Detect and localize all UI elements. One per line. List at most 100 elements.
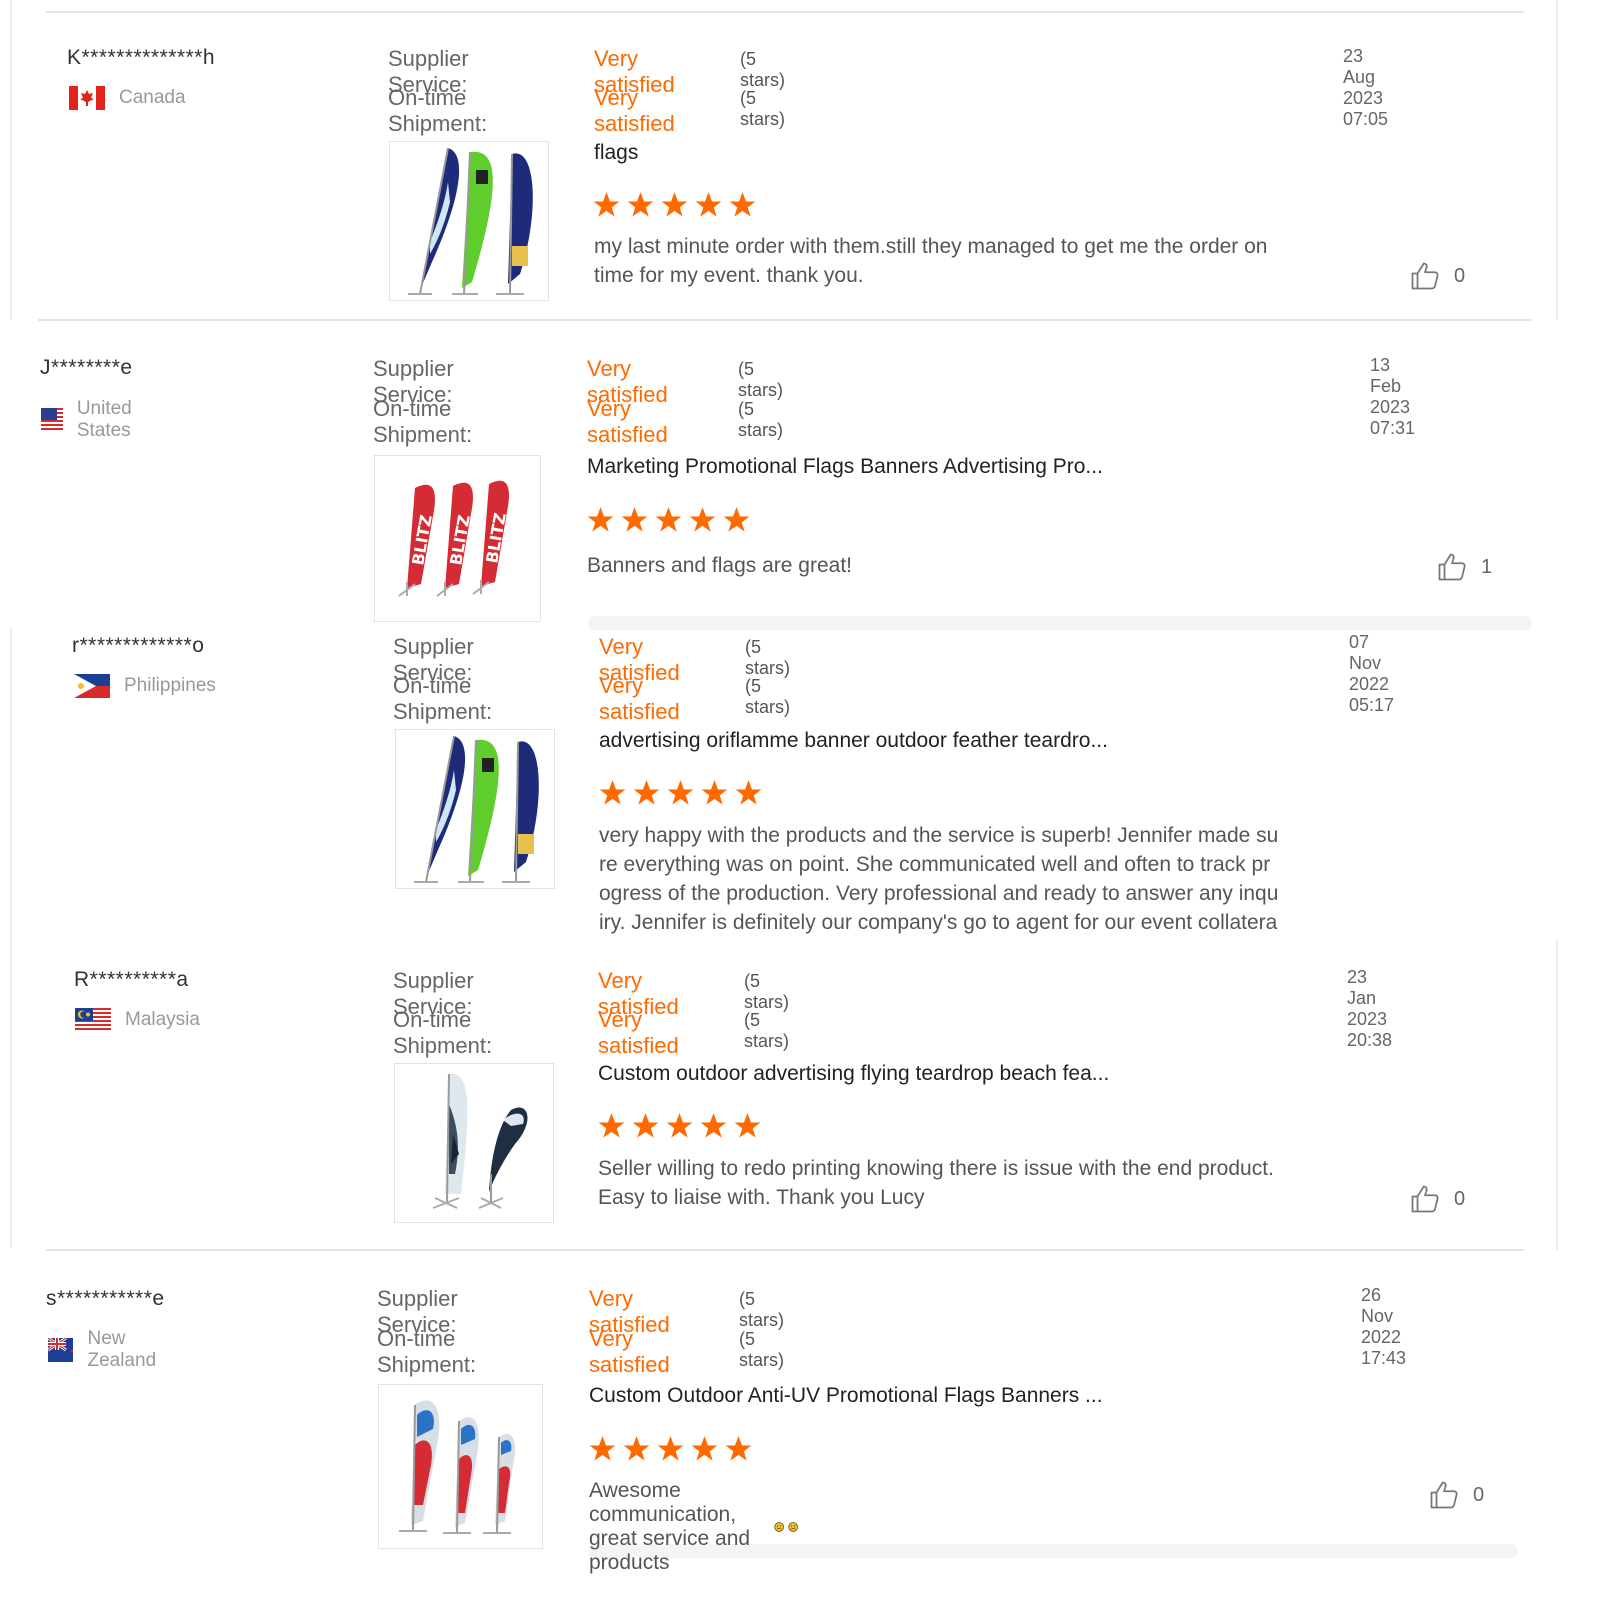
ontime-shipment-stars: (5 stars) [738, 399, 783, 440]
star-rating [598, 779, 763, 807]
star-icon [655, 507, 682, 532]
reviewer-country: Philippines [74, 674, 216, 698]
faded-row-edge [588, 616, 1532, 630]
canada-flag-icon [69, 86, 105, 110]
reviewer-name: J********e [40, 356, 133, 379]
star-icon [621, 507, 648, 532]
star-icon [734, 1113, 761, 1138]
review-date: 07 Nov 2022 05:17 [1349, 632, 1395, 715]
product-title[interactable]: advertising oriflamme banner outdoor fea… [599, 729, 1108, 753]
reviewer-name: K**************h [67, 46, 216, 69]
country-name: New Zealand [87, 1328, 157, 1371]
ontime-shipment-label: On-time Shipment: [393, 673, 493, 724]
ontime-shipment-value: Very satisfied [589, 1326, 670, 1377]
teardrop-flags-image [432, 1073, 528, 1209]
thumbs-up-icon [1411, 1185, 1439, 1213]
reviewer-country: United States [41, 398, 146, 442]
divider [38, 319, 1532, 321]
star-icon [587, 507, 614, 532]
panel-edge [1556, 0, 1558, 320]
star-rating [592, 191, 757, 219]
star-icon [689, 507, 716, 532]
star-rating [597, 1112, 762, 1140]
reviewer-country: New Zealand [48, 1328, 167, 1372]
panel-edge [10, 628, 12, 1248]
review-date: 23 Jan 2023 20:38 [1347, 967, 1393, 1050]
product-thumbnail[interactable] [395, 729, 555, 889]
supplier-service-stars: (5 stars) [738, 359, 783, 400]
like-count: 0 [1454, 1187, 1466, 1210]
star-rating [588, 1435, 753, 1463]
ontime-shipment-stars: (5 stars) [745, 676, 790, 717]
thumbs-up-icon [1438, 553, 1466, 581]
review-text: Banners and flags are great! [587, 554, 853, 577]
ontime-shipment-value: Very satisfied [598, 1007, 679, 1058]
review-text-row: Awesome communication, great service and… [589, 1479, 798, 1575]
product-thumbnail[interactable] [378, 1384, 543, 1549]
product-title[interactable]: Custom Outdoor Anti-UV Promotional Flags… [589, 1384, 1103, 1408]
star-icon [723, 507, 750, 532]
helpful-button[interactable]: 1 [1437, 552, 1492, 582]
review-text: Seller willing to redo printing knowing … [598, 1157, 1274, 1209]
review-date: 13 Feb 2023 07:31 [1370, 355, 1416, 438]
reviewer-name: s***********e [46, 1287, 165, 1310]
helpful-button[interactable]: 0 [1410, 1184, 1465, 1214]
panel-edge [10, 0, 12, 320]
reviewer-country: Malaysia [75, 1008, 200, 1032]
star-icon [599, 780, 626, 805]
star-icon [632, 1113, 659, 1138]
product-thumbnail[interactable] [394, 1063, 554, 1223]
review-text: my last minute order with them.still the… [594, 235, 1268, 287]
star-icon [691, 1436, 718, 1461]
product-thumbnail[interactable] [389, 141, 549, 301]
feather-flags-image [399, 1400, 516, 1534]
reviewer-country: Canada [69, 86, 186, 110]
product-title[interactable]: Custom outdoor advertising flying teardr… [598, 1062, 1109, 1086]
product-thumbnail[interactable]: BLITZ BLITZ BLITZ [374, 455, 541, 622]
review-text: very happy with the products and the ser… [599, 824, 1279, 934]
new-zealand-flag-icon [48, 1338, 74, 1362]
star-icon [735, 780, 762, 805]
star-rating [586, 506, 751, 534]
star-icon [593, 192, 620, 217]
star-icon [627, 192, 654, 217]
star-icon [657, 1436, 684, 1461]
like-count: 1 [1481, 555, 1493, 578]
smiley-emoji-icon [788, 1522, 798, 1532]
star-icon [598, 1113, 625, 1138]
helpful-button[interactable]: 0 [1429, 1480, 1484, 1510]
ontime-shipment-stars: (5 stars) [740, 88, 785, 129]
star-icon [623, 1436, 650, 1461]
product-title[interactable]: flags [594, 141, 638, 165]
ontime-shipment-label: On-time Shipment: [393, 1007, 493, 1058]
usa-flag-icon [41, 408, 63, 432]
product-title[interactable]: Marketing Promotional Flags Banners Adve… [587, 455, 1103, 479]
ontime-shipment-value: Very satisfied [599, 673, 680, 724]
star-icon [633, 780, 660, 805]
star-icon [661, 192, 688, 217]
feather-flags-image [408, 147, 533, 295]
review-text: Awesome communication, great service and… [589, 1479, 751, 1574]
malaysia-flag-icon [75, 1008, 111, 1032]
star-icon [695, 192, 722, 217]
panel-edge [1556, 940, 1558, 1250]
ontime-shipment-value: Very satisfied [594, 85, 675, 136]
divider [46, 11, 1524, 13]
review-date: 26 Nov 2022 17:43 [1361, 1285, 1407, 1368]
like-count: 0 [1454, 264, 1466, 287]
thumbs-up-icon [1430, 1481, 1458, 1509]
reviewer-name: r*************o [72, 634, 205, 657]
philippines-flag-icon [74, 674, 110, 698]
helpful-button[interactable]: 0 [1410, 261, 1465, 291]
review-date: 23 Aug 2023 07:05 [1343, 46, 1389, 129]
supplier-service-stars: (5 stars) [744, 971, 789, 1012]
star-icon [729, 192, 756, 217]
thumbs-up-icon [1411, 262, 1439, 290]
star-icon [701, 780, 728, 805]
country-name: Philippines [124, 675, 216, 696]
feather-flags-image [414, 735, 539, 883]
star-icon [667, 780, 694, 805]
ontime-shipment-value: Very satisfied [587, 396, 668, 447]
ontime-shipment-label: On-time Shipment: [388, 85, 488, 136]
star-icon [700, 1113, 727, 1138]
